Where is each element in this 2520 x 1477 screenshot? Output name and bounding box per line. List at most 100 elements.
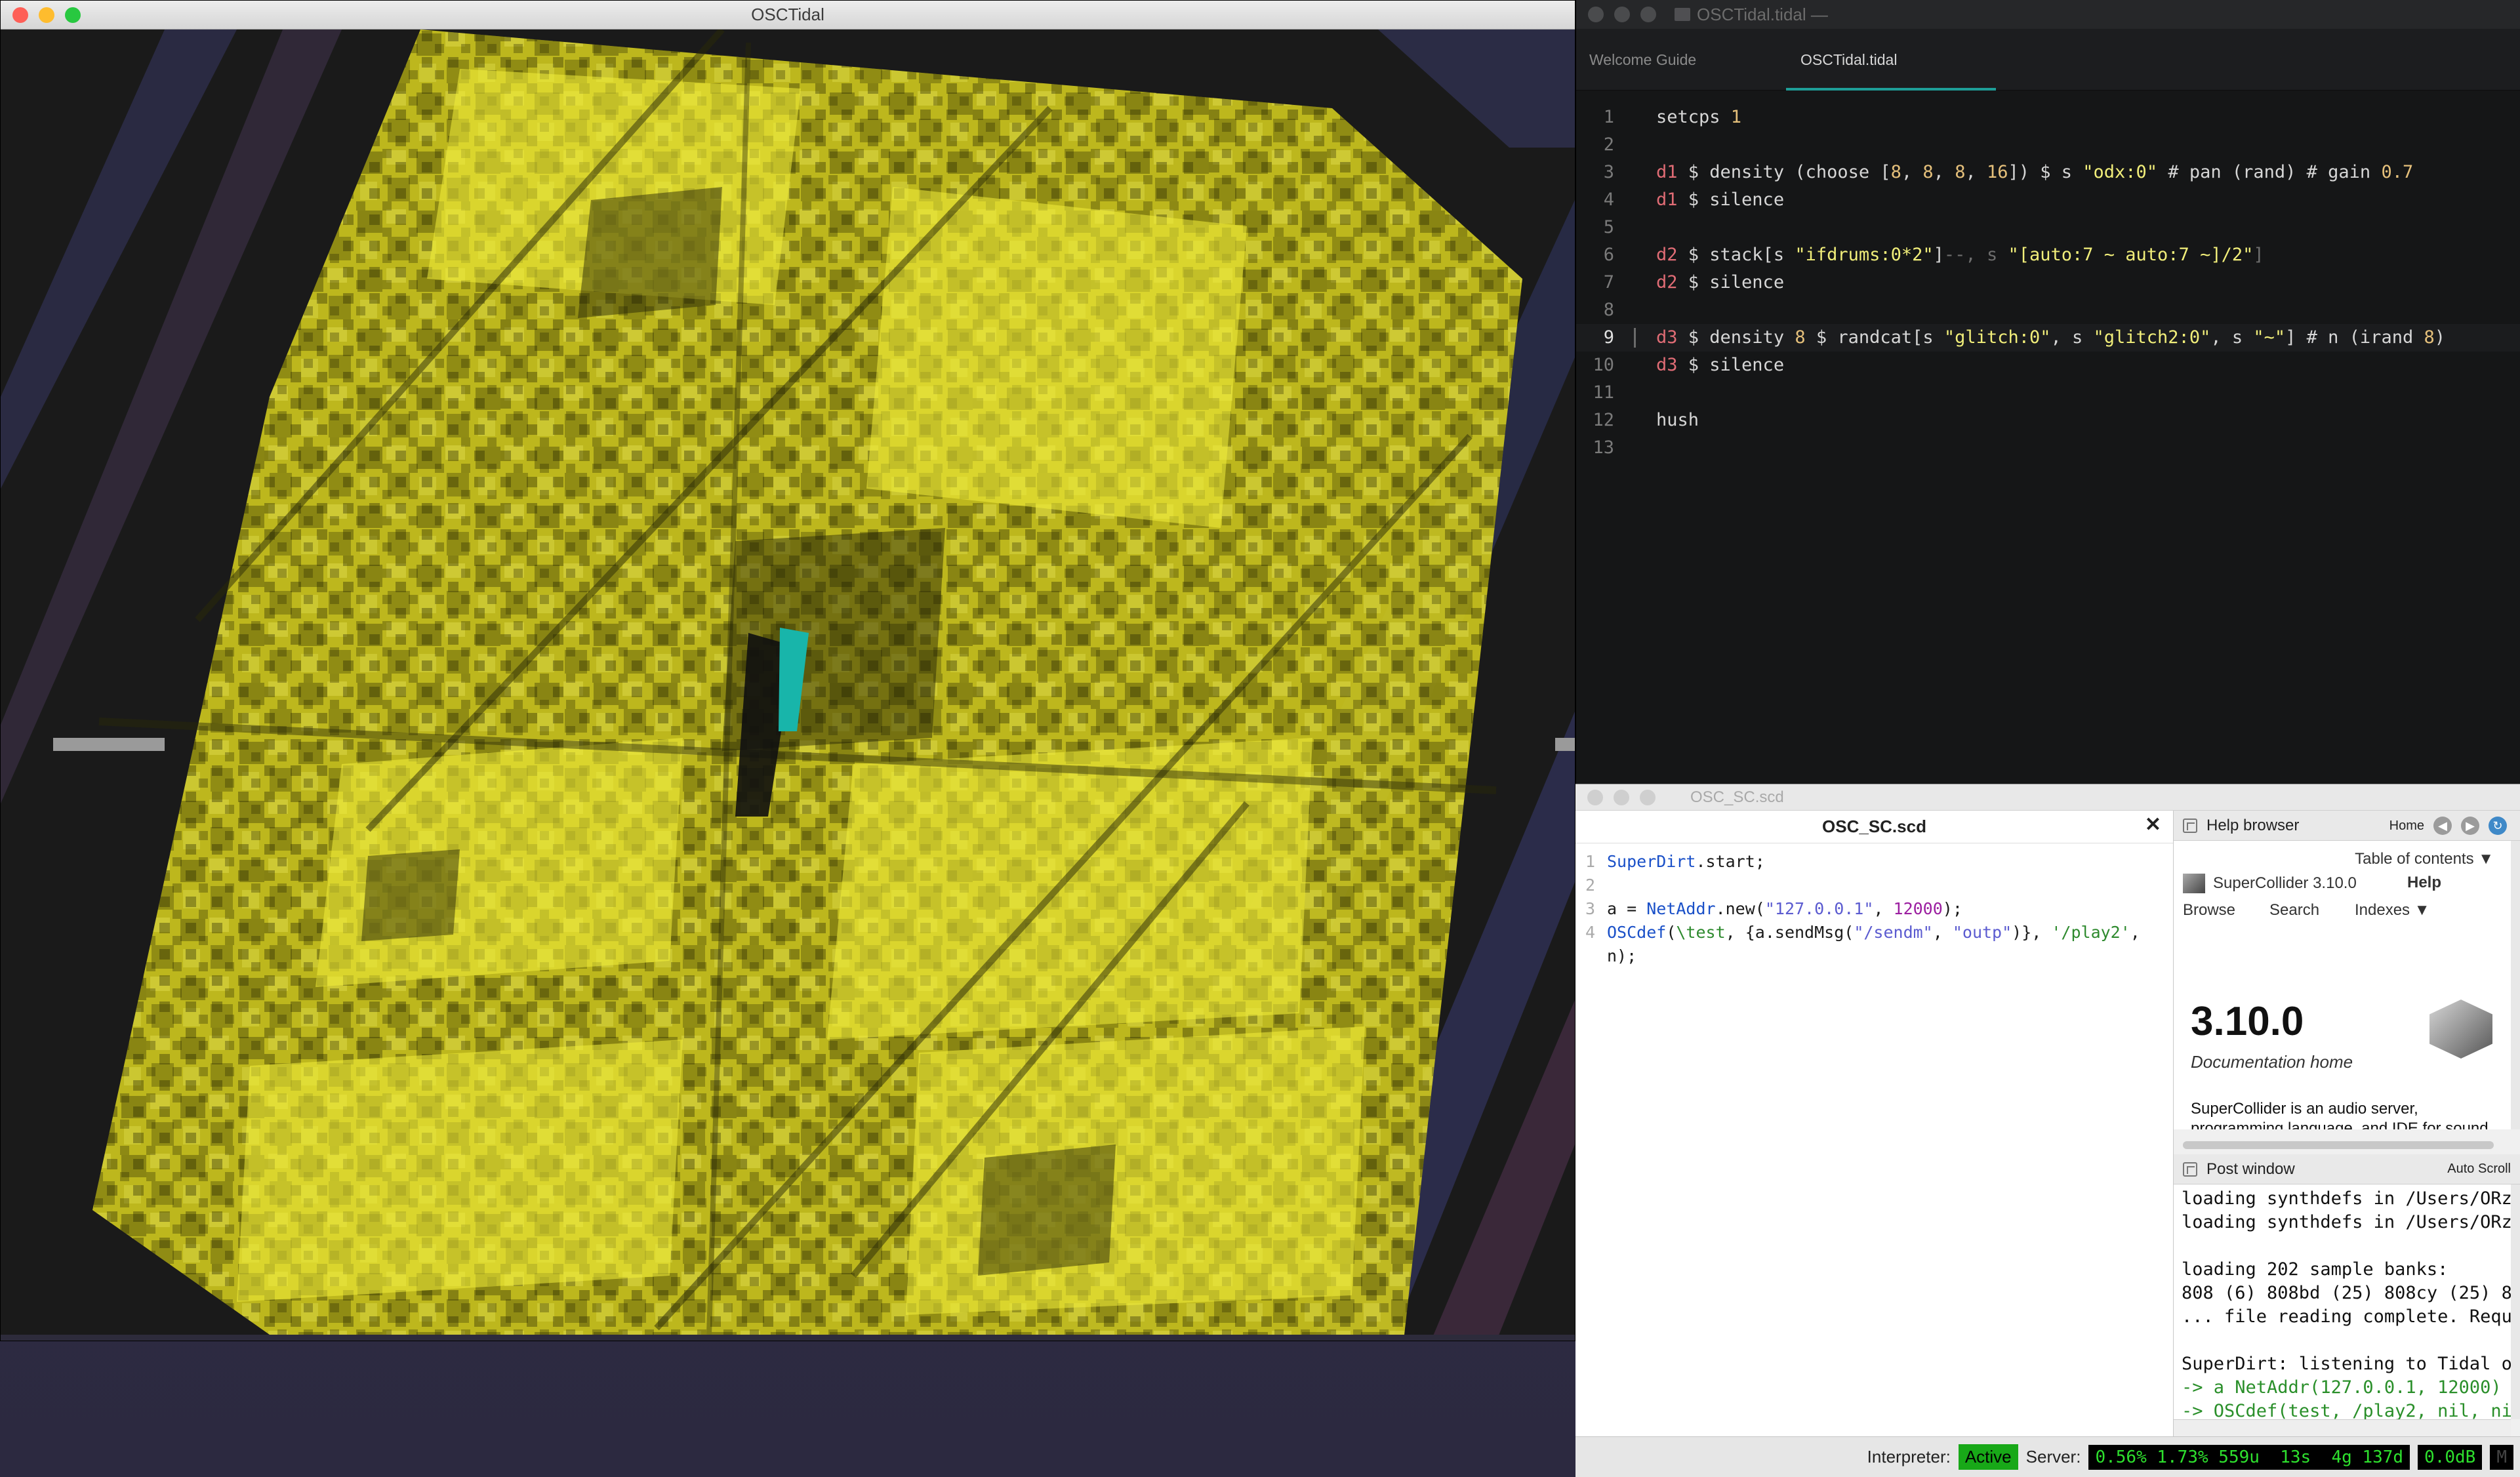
post-horizontal-scrollbar[interactable]: [2174, 1419, 2511, 1436]
undock-icon[interactable]: [2183, 818, 2197, 833]
code-line[interactable]: 12 hush: [1576, 407, 2520, 434]
sc-status-bar: Interpreter: Active Server: 0.56% 1.73% …: [1575, 1436, 2520, 1477]
post-line: loading synthdefs in /Users/ORz/: [2182, 1212, 2511, 1232]
atom-editor-window[interactable]: OSCTidal.tidal — Welcome Guide OSCTidal.…: [1575, 0, 2520, 784]
indexes-link[interactable]: Indexes ▼: [2355, 901, 2429, 920]
sc-side-panels: Help browser Home ◀ ▶ ↻ Table of content…: [2174, 811, 2520, 1436]
sc-code-editor-pane[interactable]: OSC_SC.scd ✕ 1 SuperDirt.start; 2 3 a = NetA…: [1575, 811, 2174, 1436]
table-of-contents-link[interactable]: Table of contents ▼: [2355, 850, 2494, 868]
code-line[interactable]: 10 d3 $ silence: [1576, 352, 2520, 379]
help-content[interactable]: Table of contents ▼ SuperCollider 3.10.0…: [2174, 841, 2511, 1129]
sc-code-area[interactable]: 1 SuperDirt.start; 2 3 a = NetAddr.new("127.…: [1575, 843, 2173, 1436]
code-text: hush: [1656, 410, 1699, 430]
code-line[interactable]: 7 d2 $ silence: [1576, 269, 2520, 296]
help-browser-header: Help browser Home ◀ ▶ ↻: [2174, 811, 2520, 841]
minimize-icon[interactable]: [39, 7, 54, 23]
post-vertical-scrollbar[interactable]: [2511, 1184, 2520, 1419]
interpreter-status[interactable]: Active: [1958, 1444, 2018, 1470]
version-heading: 3.10.0: [2191, 999, 2304, 1044]
auto-scroll-button[interactable]: Auto Scroll: [2447, 1162, 2511, 1177]
code-line[interactable]: 6 d2 $ stack[s "ifdrums:0*2"]--, s "[auto…: [1576, 241, 2520, 269]
osctidal-window[interactable]: OSCTidal: [0, 0, 1575, 1341]
line-number: 3: [1603, 162, 1614, 182]
help-browser-title: Help browser: [2206, 816, 2300, 834]
minimize-icon[interactable]: [1614, 790, 1629, 805]
code-text: d2 $ silence: [1656, 272, 1785, 293]
osctidal-titlebar[interactable]: OSCTidal: [1, 1, 1575, 30]
volume-readout[interactable]: 0.0dB: [2418, 1444, 2483, 1470]
line-number: 1: [1603, 107, 1614, 127]
post-window-output[interactable]: loading synthdefs in /Users/ORz/loading …: [2174, 1184, 2511, 1419]
document-tab[interactable]: OSC_SC.scd ✕: [1575, 811, 2173, 843]
line-number: 9: [1603, 327, 1614, 348]
post-line: 808 (6) 808bd (25) 808cy (25) 80: [2182, 1283, 2511, 1303]
post-line: ... file reading complete. Requi: [2182, 1306, 2511, 1327]
zoom-icon[interactable]: [65, 7, 81, 23]
visualizer-canvas[interactable]: [1, 30, 1575, 1341]
code-text: d3 $ silence: [1656, 355, 1785, 375]
code-line[interactable]: 11: [1576, 379, 2520, 407]
document-title: OSC_SC.scd: [1822, 817, 1926, 836]
forward-icon[interactable]: ▶: [2461, 817, 2479, 835]
help-link[interactable]: Help: [2407, 874, 2441, 892]
code-editor[interactable]: 1 setcps 1 2 3 d1 $ density (choose [8, 8, 8…: [1576, 91, 2520, 784]
close-icon[interactable]: [1588, 7, 1604, 22]
post-line: -> OSCdef(test, /play2, nil, nil: [2182, 1401, 2511, 1419]
line-number: 4: [1585, 923, 1595, 942]
sc-titlebar[interactable]: OSC_SC.scd: [1575, 784, 2520, 811]
line-number: 3: [1585, 899, 1595, 918]
reload-icon[interactable]: ↻: [2489, 817, 2507, 835]
code-line[interactable]: 13: [1576, 434, 2520, 462]
post-window-header: Post window Auto Scroll: [2174, 1154, 2520, 1184]
line-number: 2: [1585, 876, 1595, 895]
minimize-icon[interactable]: [1614, 7, 1630, 22]
text-cursor: [1634, 328, 1636, 348]
post-line: loading 202 sample banks:: [2182, 1259, 2449, 1280]
server-label: Server:: [2025, 1447, 2081, 1467]
search-link[interactable]: Search: [2269, 901, 2319, 920]
help-description: SuperCollider is an audio server, progra…: [2191, 1100, 2489, 1129]
line-number: 10: [1593, 355, 1614, 375]
window-title: OSCTidal.tidal —: [1697, 4, 1828, 24]
file-icon: [1675, 8, 1690, 21]
tab-osctidal-tidal[interactable]: OSCTidal.tidal: [1786, 29, 1996, 91]
help-nav: Home ◀ ▶ ↻: [2389, 811, 2507, 841]
code-line[interactable]: 8: [1576, 296, 2520, 324]
documentation-home-heading: Documentation home: [2191, 1052, 2353, 1072]
code-text: OSCdef(\test, {a.sendMsg("/sendm", "outp…: [1607, 923, 2140, 942]
code-line[interactable]: 3 d1 $ density (choose [8, 8, 8, 16]) $ s…: [1576, 159, 2520, 186]
code-line[interactable]: 9 d3 $ density 8 $ randcat[s "glitch:0", …: [1576, 324, 2520, 352]
line-number: 2: [1603, 134, 1614, 155]
undock-icon[interactable]: [2183, 1162, 2197, 1177]
close-icon[interactable]: [1587, 790, 1603, 805]
mute-button[interactable]: M: [2490, 1444, 2513, 1470]
post-window-title: Post window: [2206, 1160, 2295, 1178]
server-stats[interactable]: 0.56% 1.73% 559u 13s 4g 137d: [2088, 1444, 2410, 1470]
line-number: 8: [1603, 300, 1614, 320]
visualizer-graphic: [1, 30, 1575, 1341]
browse-link[interactable]: Browse: [2183, 901, 2235, 920]
help-vertical-scrollbar[interactable]: [2511, 841, 2520, 1129]
window-controls: [1588, 0, 1656, 29]
code-line[interactable]: 4 d1 $ silence: [1576, 186, 2520, 214]
tab-welcome-guide[interactable]: Welcome Guide: [1589, 29, 1740, 91]
supercollider-ide-window[interactable]: OSC_SC.scd OSC_SC.scd ✕ 1 SuperDirt.start…: [1575, 784, 2520, 1477]
home-button[interactable]: Home: [2389, 819, 2424, 834]
back-icon[interactable]: ◀: [2433, 817, 2452, 835]
atom-titlebar[interactable]: OSCTidal.tidal —: [1576, 0, 2520, 29]
close-icon[interactable]: [12, 7, 28, 23]
close-document-icon[interactable]: ✕: [2145, 813, 2161, 836]
post-line: -> a NetAddr(127.0.0.1, 12000): [2182, 1377, 2502, 1398]
help-horizontal-scrollbar[interactable]: [2183, 1141, 2494, 1149]
post-line: loading synthdefs in /Users/ORz/: [2182, 1188, 2511, 1209]
line-number: 1: [1585, 852, 1595, 871]
code-text: d2 $ stack[s "ifdrums:0*2"]--, s "[auto:…: [1656, 245, 2264, 265]
zoom-icon[interactable]: [1640, 790, 1656, 805]
code-line[interactable]: 1 setcps 1: [1576, 104, 2520, 131]
code-text: a = NetAddr.new("127.0.0.1", 12000);: [1607, 899, 1962, 918]
zoom-icon[interactable]: [1640, 7, 1656, 22]
code-line[interactable]: 5: [1576, 214, 2520, 241]
code-line[interactable]: 2: [1576, 131, 2520, 159]
line-number: 6: [1603, 245, 1614, 265]
window-title: OSC_SC.scd: [1690, 788, 1784, 806]
